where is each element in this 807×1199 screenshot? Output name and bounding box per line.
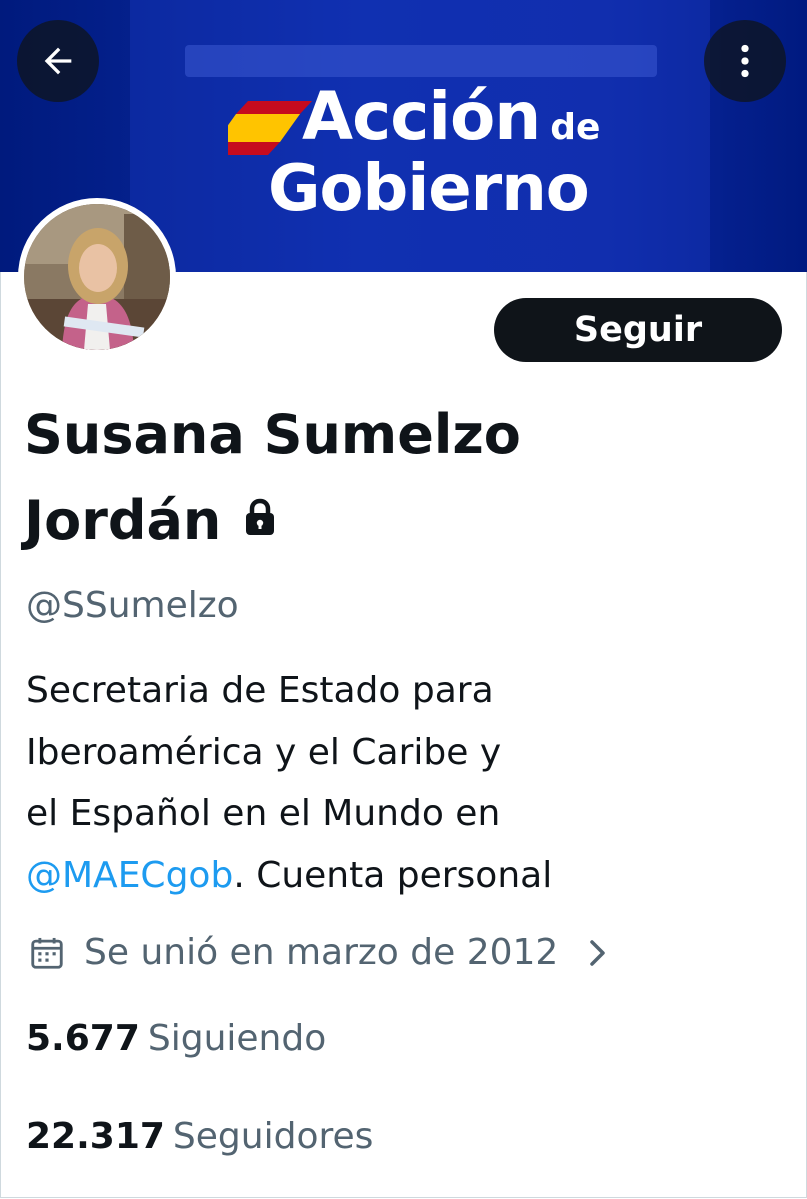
followers-label: Seguidores — [172, 1116, 374, 1157]
following-stat[interactable]: 5.677 Siguiendo — [26, 1018, 326, 1059]
back-button[interactable] — [17, 20, 99, 102]
banner-logo-accion: Acción — [302, 78, 541, 155]
followers-stat[interactable]: 22.317 Seguidores — [26, 1116, 373, 1157]
following-label: Siguiendo — [147, 1018, 327, 1059]
follow-button[interactable]: Seguir — [494, 298, 782, 362]
avatar[interactable] — [18, 198, 176, 356]
profile-handle: @SSumelzo — [26, 585, 239, 626]
bio-line-4-rest: . Cuenta personal — [233, 854, 553, 896]
chevron-right-icon — [586, 936, 608, 970]
bio-mention-link[interactable]: @MAECgob — [26, 855, 233, 896]
profile-bio: Secretaria de Estado para Iberoamérica y… — [26, 660, 786, 906]
followers-count: 22.317 — [26, 1116, 165, 1157]
spain-flag-logo-icon — [228, 101, 312, 155]
banner-blurred-text — [185, 45, 657, 77]
banner-logo-line1: Acción de — [302, 78, 600, 155]
joined-date-row[interactable]: Se unió en marzo de 2012 — [28, 932, 608, 973]
more-options-button[interactable] — [704, 20, 786, 102]
joined-date-text: Se unió en marzo de 2012 — [84, 932, 559, 973]
avatar-photo — [24, 204, 170, 350]
profile-name-block: Susana Sumelzo Jordán — [24, 392, 724, 567]
following-count: 5.677 — [26, 1018, 140, 1059]
lock-icon — [243, 475, 277, 561]
avatar-photo-image — [24, 204, 170, 350]
bio-line-3: el Español en el Mundo en — [26, 793, 501, 834]
bio-line-2: Iberoamérica y el Caribe y — [26, 731, 502, 773]
banner-logo-gobierno: Gobierno — [268, 152, 590, 226]
bio-line-1: Secretaria de Estado para — [26, 670, 494, 711]
banner-logo-de: de — [550, 107, 601, 148]
vertical-dots-icon — [741, 44, 749, 78]
calendar-icon — [31, 937, 63, 969]
arrow-left-icon — [44, 47, 72, 75]
